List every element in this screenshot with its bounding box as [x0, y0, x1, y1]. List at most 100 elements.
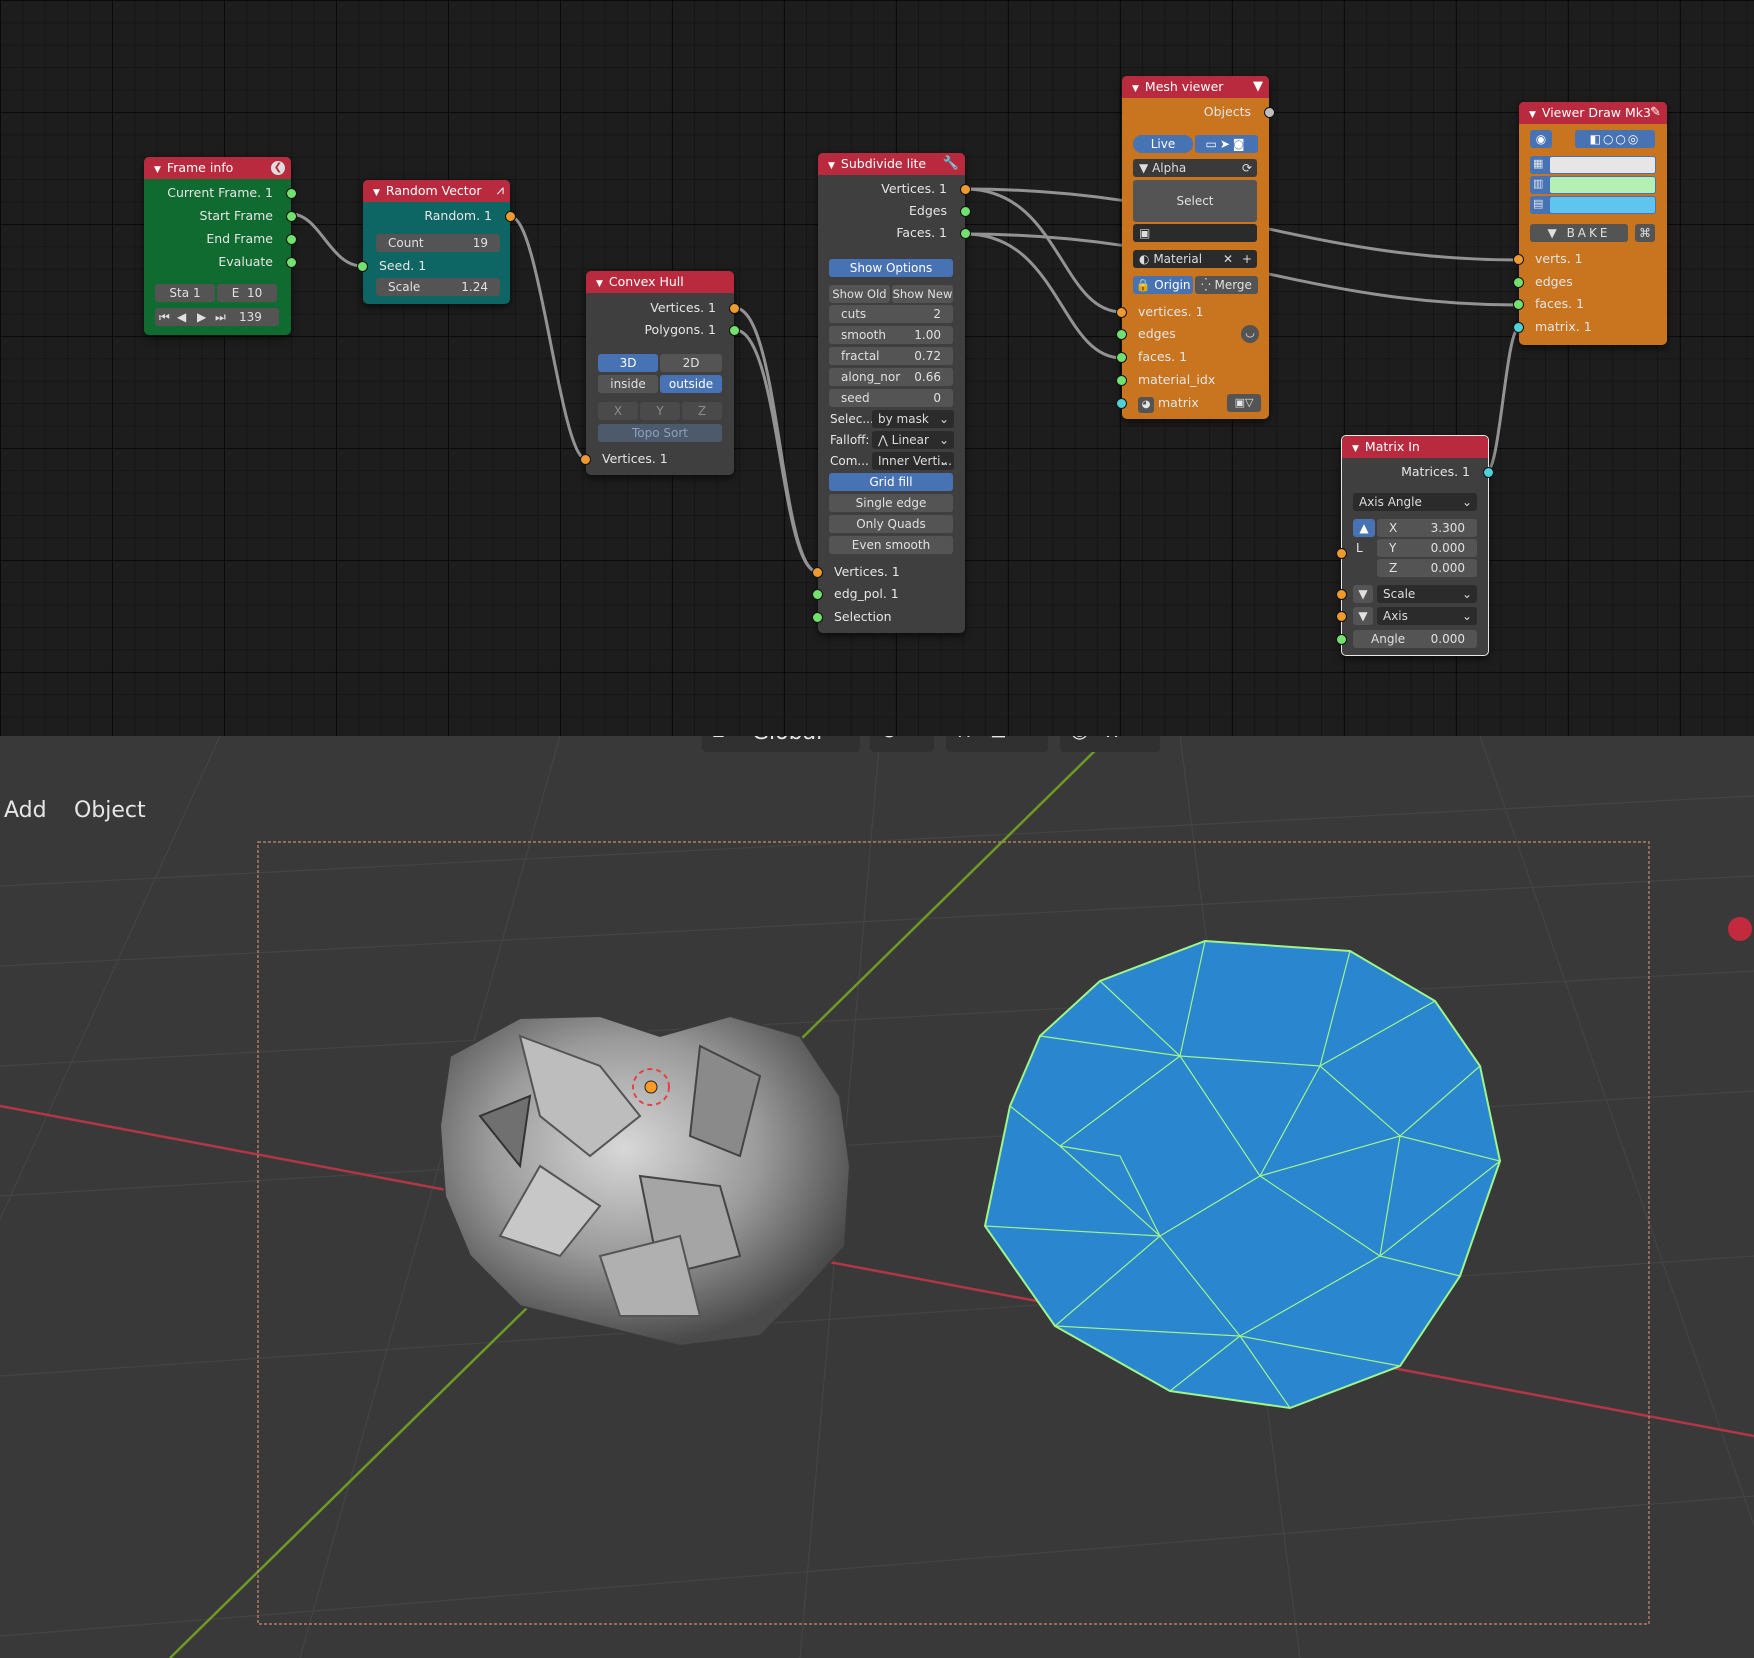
- falloff-dropdown[interactable]: ⋀ Linear ⌄: [872, 431, 954, 449]
- node-convex-hull[interactable]: ▼ Convex Hull Vertices. 1 Polygons. 1 3D …: [580, 271, 740, 475]
- mode-2d-button[interactable]: 2D: [660, 354, 722, 372]
- node-subdivide-lite[interactable]: ▼ Subdivide lite 🔧 Vertices. 1 Edges Face…: [812, 153, 971, 633]
- socket[interactable]: [812, 567, 823, 578]
- face-color-row[interactable]: ▤: [1530, 196, 1656, 214]
- node-header[interactable]: ▼ Matrix In: [1342, 436, 1488, 458]
- node-random-vector[interactable]: ▼ Random Vector ⩘ Random. 1 Count 19 Seed.…: [357, 180, 516, 304]
- location-y-field[interactable]: Y 0.000: [1377, 539, 1477, 557]
- grid-fill-button[interactable]: Grid fill: [829, 473, 953, 491]
- clear-icon[interactable]: ✕: [1223, 250, 1233, 268]
- node-header[interactable]: ▼ Viewer Draw Mk3 ✎: [1519, 102, 1667, 124]
- node-header[interactable]: ▼ Mesh viewer ▼: [1122, 76, 1269, 98]
- along-nor-field[interactable]: along_nor 0.66: [829, 368, 953, 386]
- edge-color-swatch[interactable]: [1550, 177, 1655, 193]
- collapse-icon[interactable]: ▼: [596, 273, 603, 295]
- matrix-options-icon[interactable]: ▣▽: [1227, 394, 1261, 412]
- axis-dropdown[interactable]: Axis ⌄: [1377, 607, 1477, 625]
- show-options-button[interactable]: Show Options: [829, 259, 953, 277]
- scale-dropdown[interactable]: Scale ⌄: [1377, 585, 1477, 603]
- pivot-point-dropdown[interactable]: ⊙ ⌄: [870, 736, 934, 752]
- edge-color-row[interactable]: ▥: [1530, 176, 1656, 194]
- node-header[interactable]: ▼ Convex Hull: [586, 271, 734, 293]
- node-header[interactable]: ▼ Random Vector ⩘: [363, 180, 510, 202]
- select-mode-dropdown[interactable]: by mask ⌄: [872, 410, 954, 428]
- socket[interactable]: [1513, 277, 1524, 288]
- live-button[interactable]: Live: [1133, 135, 1193, 153]
- node-matrix-in[interactable]: ▼ Matrix In Matrices. 1 Axis Angle ⌄ ▲ L X…: [1336, 435, 1494, 656]
- vertex-color-swatch[interactable]: [1550, 157, 1655, 173]
- location-expand-icon[interactable]: ▲: [1353, 519, 1375, 537]
- play-icon[interactable]: ▶: [197, 308, 206, 326]
- socket[interactable]: [1264, 107, 1275, 118]
- eye-toggle-icon[interactable]: ◉: [1530, 130, 1552, 148]
- snap-increment-icon[interactable]: ⊞: [990, 736, 1007, 742]
- snapping-controls[interactable]: ∩ ⊞ ⌄: [946, 736, 1048, 752]
- only-quads-button[interactable]: Only Quads: [829, 515, 953, 533]
- angle-field[interactable]: Angle 0.000: [1353, 630, 1477, 648]
- axis-expand-icon[interactable]: ▼: [1353, 607, 1373, 625]
- socket[interactable]: [1513, 322, 1524, 333]
- even-smooth-button[interactable]: Even smooth: [829, 536, 953, 554]
- socket[interactable]: [812, 612, 823, 623]
- socket[interactable]: [1116, 307, 1127, 318]
- socket[interactable]: [505, 211, 516, 222]
- inside-button[interactable]: inside: [598, 375, 658, 393]
- merge-button[interactable]: ⁛ Merge: [1195, 276, 1258, 294]
- scale-field[interactable]: Scale 1.24: [376, 278, 500, 296]
- socket[interactable]: [580, 454, 591, 465]
- location-x-field[interactable]: X 3.300: [1377, 519, 1477, 537]
- cube-icon[interactable]: ◧: [1590, 132, 1603, 146]
- collapse-icon[interactable]: ▼: [1352, 438, 1359, 460]
- refresh-icon[interactable]: ⟳: [1242, 159, 1252, 177]
- collapse-icon[interactable]: ▼: [1529, 104, 1536, 126]
- socket[interactable]: [286, 211, 297, 222]
- socket[interactable]: [1336, 634, 1347, 645]
- menu-add[interactable]: Add: [4, 798, 47, 823]
- show-new-button[interactable]: Show New: [892, 285, 953, 303]
- socket[interactable]: [1116, 398, 1127, 409]
- smooth-toggle-icon[interactable]: ◡: [1241, 325, 1259, 343]
- socket[interactable]: [1336, 589, 1347, 600]
- alpha-dropdown[interactable]: ▼ Alpha ⟳: [1133, 159, 1257, 177]
- collapse-icon[interactable]: ▼: [373, 182, 380, 204]
- socket[interactable]: [729, 303, 740, 314]
- bake-button[interactable]: ▼ BAKE: [1530, 224, 1628, 242]
- node-frame-info[interactable]: ▼ Frame info ❮ Current Frame. 1 Start Fra…: [144, 157, 297, 335]
- axis-y-button[interactable]: Y: [640, 402, 680, 420]
- socket[interactable]: [1116, 375, 1127, 386]
- transform-orientation-dropdown[interactable]: ⟀ Global ⌄: [702, 736, 860, 752]
- mode-dropdown[interactable]: Axis Angle ⌄: [1353, 493, 1477, 511]
- circle-icon[interactable]: ○: [1615, 132, 1627, 146]
- socket[interactable]: [960, 228, 971, 239]
- socket[interactable]: [1513, 299, 1524, 310]
- camera-icon[interactable]: ◙: [1233, 137, 1248, 151]
- location-z-field[interactable]: Z 0.000: [1377, 559, 1477, 577]
- face-color-swatch[interactable]: [1550, 197, 1655, 213]
- 3d-viewport[interactable]: ⟀ Global ⌄ ⊙ ⌄ ∩ ⊞ ⌄ ◉ ∧ ⌄ Add Object: [0, 736, 1754, 1658]
- socket[interactable]: [1116, 329, 1127, 340]
- socket[interactable]: [812, 589, 823, 600]
- socket[interactable]: [1483, 467, 1494, 478]
- falloff-curve-icon[interactable]: ∧: [1104, 736, 1120, 743]
- circle-icon[interactable]: ○: [1603, 132, 1615, 146]
- display-modes[interactable]: ◧○○◎: [1575, 130, 1655, 148]
- magnet-icon[interactable]: ∩: [956, 736, 972, 743]
- collapse-icon[interactable]: ▼: [1132, 78, 1139, 100]
- bake-settings-icon[interactable]: ⌘: [1635, 224, 1655, 242]
- menu-object[interactable]: Object: [74, 798, 146, 823]
- fractal-field[interactable]: fractal 0.72: [829, 347, 953, 365]
- socket[interactable]: [286, 234, 297, 245]
- socket[interactable]: [729, 325, 740, 336]
- start-frame-field[interactable]: Sta 1: [155, 284, 215, 302]
- socket[interactable]: [1116, 352, 1127, 363]
- axis-z-button[interactable]: Z: [682, 402, 722, 420]
- seed-field[interactable]: seed 0: [829, 389, 953, 407]
- proportional-editing-controls[interactable]: ◉ ∧ ⌄: [1060, 736, 1160, 752]
- frame-value[interactable]: 139: [239, 308, 262, 326]
- select-button[interactable]: Select: [1133, 180, 1257, 222]
- axis-x-button[interactable]: X: [598, 402, 638, 420]
- corner-dropdown[interactable]: Inner Verti... ⌄: [872, 452, 954, 470]
- end-frame-field[interactable]: E 10: [217, 284, 277, 302]
- collapse-icon[interactable]: ▼: [154, 159, 161, 181]
- node-header[interactable]: ▼ Subdivide lite 🔧: [818, 153, 965, 175]
